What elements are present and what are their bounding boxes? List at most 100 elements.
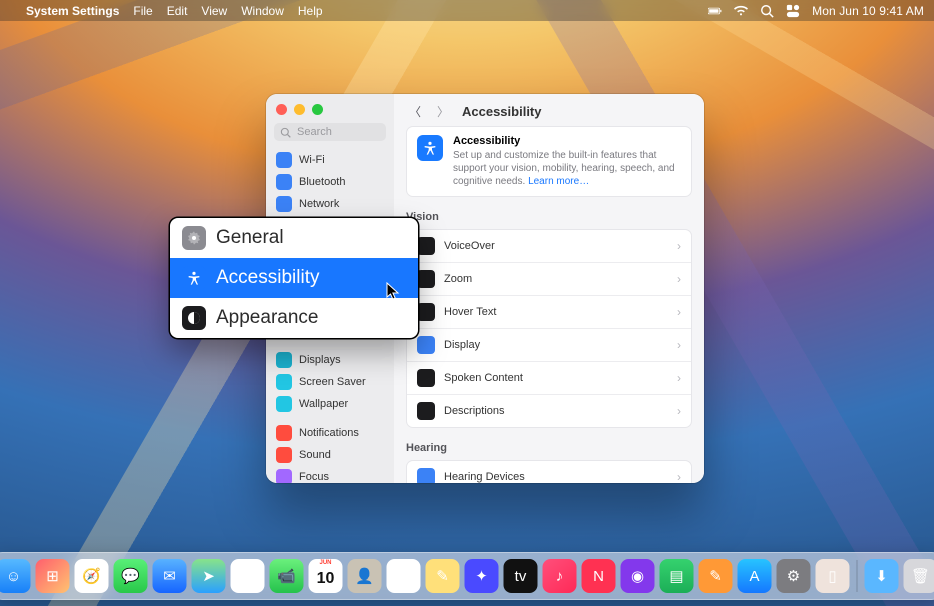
dock-app-contacts[interactable]: 👤 xyxy=(348,559,382,593)
sidebar-item-label: Wi-Fi xyxy=(299,154,325,166)
sidebar-item[interactable]: Notifications xyxy=(270,422,390,444)
callout-item-accessibility[interactable]: Accessibility xyxy=(170,258,418,298)
menu-view[interactable]: View xyxy=(201,4,227,18)
callout-item-appearance[interactable]: Appearance xyxy=(170,298,418,338)
sidebar-item-label: Focus xyxy=(299,471,329,483)
chevron-right-icon: › xyxy=(677,371,681,385)
sidebar-item[interactable]: Bluetooth xyxy=(270,171,390,193)
sidebar-item-label: Network xyxy=(299,198,339,210)
dock-app-notes[interactable]: ✎ xyxy=(426,559,460,593)
moon-icon xyxy=(276,469,292,483)
content-scroll[interactable]: Accessibility Set up and customize the b… xyxy=(394,126,704,483)
row-label: Display xyxy=(444,339,480,351)
settings-row[interactable]: Spoken Content › xyxy=(407,362,691,395)
dock-app-finder[interactable]: ☺ xyxy=(0,559,31,593)
banner-title: Accessibility xyxy=(453,135,681,147)
chevron-right-icon: › xyxy=(677,305,681,319)
spoken-icon xyxy=(417,369,435,387)
dock-app-facetime[interactable]: 📹 xyxy=(270,559,304,593)
sidebar-item[interactable]: Wallpaper xyxy=(270,393,390,415)
battery-icon[interactable] xyxy=(708,4,722,18)
banner-desc: Set up and customize the built-in featur… xyxy=(453,149,681,188)
dock-separator xyxy=(857,560,858,592)
dock-app-iphone-mirroring[interactable]: ▯ xyxy=(816,559,850,593)
row-label: Hearing Devices xyxy=(444,471,525,483)
dock-app-appstore[interactable]: A xyxy=(738,559,772,593)
row-label: Zoom xyxy=(444,273,472,285)
wifi-icon xyxy=(276,152,292,168)
dock-app-safari[interactable]: 🧭 xyxy=(75,559,109,593)
menubar-app-title[interactable]: System Settings xyxy=(26,4,119,18)
dock-app-podcasts[interactable]: ◉ xyxy=(621,559,655,593)
menu-file[interactable]: File xyxy=(133,4,152,18)
settings-row[interactable]: Display › xyxy=(407,329,691,362)
search-icon xyxy=(280,127,291,138)
dock-app-downloads[interactable]: ⬇ xyxy=(865,559,899,593)
minimize-button[interactable] xyxy=(294,104,305,115)
menu-window[interactable]: Window xyxy=(241,4,284,18)
displays-icon xyxy=(276,352,292,368)
page-title: Accessibility xyxy=(462,104,542,119)
dock-app-messages[interactable]: 💬 xyxy=(114,559,148,593)
dock-app-launchpad[interactable]: ⊞ xyxy=(36,559,70,593)
magnified-callout: General Accessibility Appearance xyxy=(170,218,418,338)
settings-row[interactable]: Descriptions › xyxy=(407,395,691,427)
dock-app-mail[interactable]: ✉ xyxy=(153,559,187,593)
callout-label: Appearance xyxy=(216,307,318,329)
sidebar-item[interactable]: Wi-Fi xyxy=(270,149,390,171)
search-placeholder: Search xyxy=(297,126,332,138)
menu-edit[interactable]: Edit xyxy=(167,4,188,18)
menu-help[interactable]: Help xyxy=(298,4,323,18)
control-center-icon[interactable] xyxy=(786,4,800,18)
settings-row[interactable]: VoiceOver › xyxy=(407,230,691,263)
section-header-vision: Vision xyxy=(406,211,692,223)
display-icon xyxy=(417,336,435,354)
spotlight-icon[interactable] xyxy=(760,4,774,18)
settings-row[interactable]: Hearing Devices › xyxy=(407,461,691,483)
network-icon xyxy=(276,196,292,212)
dock-app-freeform[interactable]: ✦ xyxy=(465,559,499,593)
dock-app-numbers[interactable]: ▤ xyxy=(660,559,694,593)
dock-app-pages[interactable]: ✎ xyxy=(699,559,733,593)
close-button[interactable] xyxy=(276,104,287,115)
row-label: Hover Text xyxy=(444,306,496,318)
wifi-icon[interactable] xyxy=(734,4,748,18)
header-banner: Accessibility Set up and customize the b… xyxy=(406,126,692,197)
sidebar-item[interactable]: Focus xyxy=(270,466,390,483)
dock-app-tv[interactable]: tv xyxy=(504,559,538,593)
zoom-button[interactable] xyxy=(312,104,323,115)
settings-row[interactable]: Hover Text › xyxy=(407,296,691,329)
toolbar: 〈 〉 Accessibility xyxy=(394,94,704,126)
sidebar-item[interactable]: Network xyxy=(270,193,390,215)
screensaver-icon xyxy=(276,374,292,390)
hovertext-icon xyxy=(417,303,435,321)
sidebar-item[interactable]: Screen Saver xyxy=(270,371,390,393)
bell-icon xyxy=(276,425,292,441)
dock-app-photos[interactable]: ✿ xyxy=(231,559,265,593)
dock-app-trash[interactable]: 🗑 xyxy=(904,559,934,593)
forward-button[interactable]: 〉 xyxy=(434,102,452,120)
sidebar-item-label: Sound xyxy=(299,449,331,461)
sidebar-item-label: Screen Saver xyxy=(299,376,366,388)
mouse-cursor xyxy=(386,282,400,300)
callout-item-general[interactable]: General xyxy=(170,218,418,258)
dock-app-system-settings[interactable]: ⚙ xyxy=(777,559,811,593)
hearing-list: Hearing Devices › Audio › Captions › xyxy=(406,460,692,483)
learn-more-link[interactable]: Learn more… xyxy=(528,176,589,187)
dock: ☺⊞🧭💬✉➤✿📹JUN10👤☑✎✦tv♪N◉▤✎A⚙▯ ⬇🗑 xyxy=(0,552,934,600)
sidebar-item[interactable]: Sound xyxy=(270,444,390,466)
dock-app-calendar[interactable]: JUN10 xyxy=(309,559,343,593)
sidebar-item[interactable]: Displays xyxy=(270,349,390,371)
row-label: Spoken Content xyxy=(444,372,523,384)
dock-app-news[interactable]: N xyxy=(582,559,616,593)
hearing-icon xyxy=(417,468,435,483)
settings-row[interactable]: Zoom › xyxy=(407,263,691,296)
dock-app-music[interactable]: ♪ xyxy=(543,559,577,593)
menubar-clock[interactable]: Mon Jun 10 9:41 AM xyxy=(812,4,924,18)
search-input[interactable]: Search xyxy=(274,123,386,141)
descriptions-icon xyxy=(417,402,435,420)
back-button[interactable]: 〈 xyxy=(406,102,424,120)
dock-app-reminders[interactable]: ☑ xyxy=(387,559,421,593)
dock-app-maps[interactable]: ➤ xyxy=(192,559,226,593)
content-pane: 〈 〉 Accessibility Accessibility Set up a… xyxy=(394,94,704,483)
